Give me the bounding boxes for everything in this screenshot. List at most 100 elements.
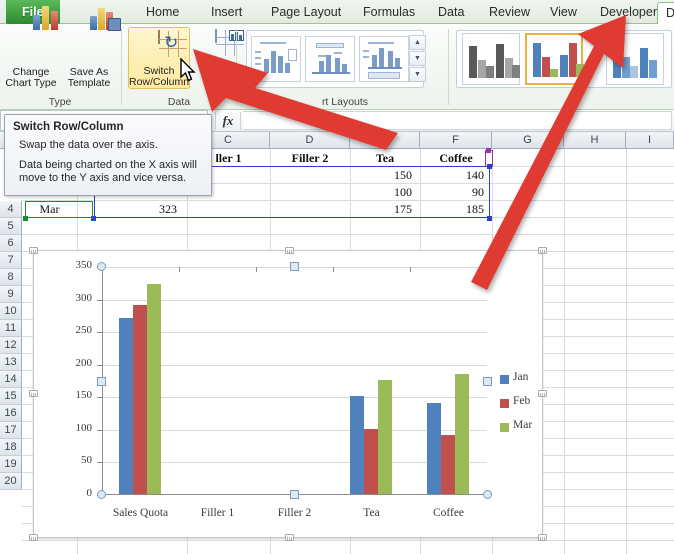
gallery-scroll-up-button[interactable]: ▲ [409, 35, 426, 50]
row-header-10[interactable]: 10 [0, 303, 22, 320]
row-header-19[interactable]: 19 [0, 456, 22, 473]
cell-e-header[interactable]: Tea [350, 150, 420, 167]
mouse-cursor [180, 58, 196, 82]
selection-handle-magenta-top[interactable] [486, 148, 491, 153]
tab-data[interactable]: Data [430, 2, 472, 24]
bar-mar-coffee[interactable] [455, 373, 469, 494]
row-header-11[interactable]: 11 [0, 320, 22, 337]
change-chart-type-button[interactable]: Change Chart Type [2, 6, 60, 89]
row-header-12[interactable]: 12 [0, 337, 22, 354]
column-header-g[interactable]: G [492, 132, 564, 149]
chart-handle-ml[interactable] [29, 390, 38, 397]
tab-view[interactable]: View [542, 2, 585, 24]
gallery-scroll-down-button[interactable]: ▼ [409, 51, 426, 66]
x-tick-3 [333, 267, 334, 272]
select-data-label: Select Data [192, 67, 240, 89]
y-tick-150 [97, 397, 102, 399]
column-header-e[interactable]: E [350, 132, 420, 149]
plot-handle-tl[interactable] [97, 262, 106, 271]
selection-handle-blue-br[interactable] [487, 216, 492, 221]
chart-style-thumb-1[interactable] [462, 33, 520, 85]
plot-handle-bc[interactable] [290, 490, 299, 499]
bar-feb-tea[interactable] [364, 428, 378, 494]
chart-layout-thumb-3[interactable] [359, 36, 409, 82]
row-header-14[interactable]: 14 [0, 371, 22, 388]
sat-l2: Template [67, 77, 111, 89]
chart-handle-br[interactable] [538, 534, 547, 541]
chart-plot-area[interactable]: 350 300 250 200 150 100 50 0 Sales Quota… [76, 259, 492, 519]
chart-handle-tl[interactable] [29, 247, 38, 254]
tab-page-layout[interactable]: Page Layout [263, 2, 349, 24]
y-label-50: 50 [81, 454, 92, 467]
insert-function-icon[interactable]: fx [215, 112, 241, 130]
legend-swatch-feb [500, 399, 509, 408]
plot-handle-bl[interactable] [97, 490, 106, 499]
plot-handle-ml[interactable] [97, 376, 106, 386]
row-header-8[interactable]: 8 [0, 269, 22, 286]
row-header-13[interactable]: 13 [0, 354, 22, 371]
row-header-16[interactable]: 16 [0, 405, 22, 422]
cell-f-header[interactable]: Coffee [420, 150, 492, 167]
chart-object[interactable]: 350 300 250 200 150 100 50 0 Sales Quota… [29, 247, 547, 541]
legend-item-feb[interactable]: Feb [500, 395, 544, 419]
tab-insert[interactable]: Insert [203, 2, 250, 24]
cell-d-header[interactable]: Filler 2 [270, 150, 350, 167]
chart-legend[interactable]: Jan Feb Mar [500, 371, 544, 443]
bar-jan-sales-quota[interactable] [119, 318, 133, 494]
row-header-9[interactable]: 9 [0, 286, 22, 303]
selection-handle-green-bl[interactable] [23, 216, 28, 221]
row-header-17[interactable]: 17 [0, 422, 22, 439]
row-header-5[interactable]: 5 [0, 218, 22, 235]
chart-layout-thumb-2[interactable] [305, 36, 355, 82]
chart-style-thumb-2-selected[interactable] [525, 33, 584, 85]
tooltip-title: Switch Row/Column [13, 121, 124, 133]
plot-handle-tc[interactable] [290, 262, 299, 271]
ribbon-group-data: ↻ Switch Row/Column Select Data Data [124, 24, 244, 110]
row-header-6[interactable]: 6 [0, 235, 22, 252]
y-label-350: 350 [75, 259, 93, 271]
bar-jan-coffee[interactable] [427, 402, 441, 494]
column-header-h[interactable]: H [564, 132, 626, 149]
chart-styles-gallery[interactable] [456, 30, 672, 88]
switch-row-column-icon: ↻ [158, 30, 187, 57]
tooltip-body: Swap the data over the axis. Data being … [13, 139, 203, 185]
legend-item-mar[interactable]: Mar [500, 419, 544, 443]
group-divider-2 [236, 29, 237, 105]
gallery-more-button[interactable]: ▼ [409, 67, 426, 82]
chart-handle-tc[interactable] [285, 247, 294, 254]
row-header-15[interactable]: 15 [0, 388, 22, 405]
row-header-18[interactable]: 18 [0, 439, 22, 456]
column-header-i[interactable]: I [626, 132, 674, 149]
bar-mar-tea[interactable] [378, 380, 392, 494]
bar-jan-tea[interactable] [350, 396, 364, 494]
legend-label-feb: Feb [513, 395, 531, 407]
chart-handle-bl[interactable] [29, 534, 38, 541]
row-header-4[interactable]: 4 [0, 201, 22, 218]
selection-handle-blue-tr[interactable] [487, 164, 492, 169]
chart-layouts-gallery[interactable]: ▲ ▼ ▼ [246, 30, 426, 88]
formula-input[interactable] [243, 111, 672, 130]
tab-design[interactable]: Design [657, 2, 674, 25]
gridline-v-h [564, 149, 565, 554]
legend-item-jan[interactable]: Jan [500, 371, 544, 395]
chart-style-thumb-3[interactable] [606, 33, 664, 85]
tab-developer[interactable]: Developer [592, 2, 665, 24]
chart-layout-thumb-1[interactable] [251, 36, 301, 82]
plot-handle-tr[interactable] [483, 262, 492, 271]
select-data-button[interactable]: Select Data [192, 27, 244, 89]
column-header-f[interactable]: F [420, 132, 492, 149]
row-header-20[interactable]: 20 [0, 473, 22, 490]
tab-formulas[interactable]: Formulas [355, 2, 423, 24]
save-as-template-button[interactable]: Save As Template [60, 8, 121, 89]
plot-handle-br[interactable] [483, 490, 492, 499]
tab-home[interactable]: Home [138, 2, 187, 24]
tab-review[interactable]: Review [481, 2, 538, 24]
bar-mar-sales-quota[interactable] [147, 283, 161, 494]
bar-feb-sales-quota[interactable] [133, 305, 147, 494]
plot-handle-mr[interactable] [483, 376, 492, 386]
chart-handle-bc[interactable] [285, 534, 294, 541]
column-header-d[interactable]: D [270, 132, 350, 149]
row-header-7[interactable]: 7 [0, 252, 22, 269]
chart-handle-tr[interactable] [538, 247, 547, 254]
bar-feb-coffee[interactable] [441, 435, 455, 494]
